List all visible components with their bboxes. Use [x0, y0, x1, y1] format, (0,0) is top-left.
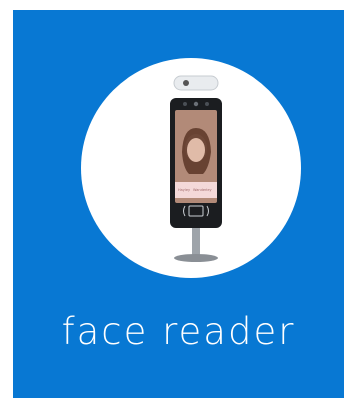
thermal-camera-icon: [173, 75, 219, 91]
device-left-name: Hayley: [178, 188, 190, 192]
face-reader-device-image: Hayley Wanderley: [170, 75, 222, 262]
device-right-name: Wanderley: [193, 188, 212, 192]
product-tile[interactable]: Hayley Wanderley face reader: [13, 10, 344, 398]
card-title: face reader: [61, 310, 296, 353]
product-image-circle: Hayley Wanderley: [81, 58, 301, 278]
